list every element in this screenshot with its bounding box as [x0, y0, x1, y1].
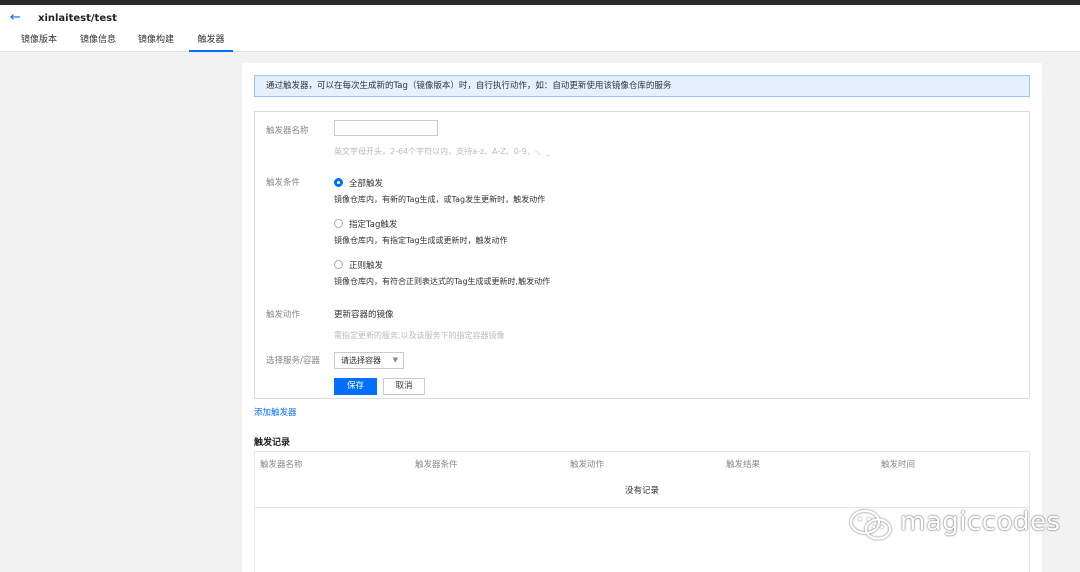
- trigger-panel: 通过触发器，可以在每次生成新的Tag（镜像版本）时，自行执行动作，如：自动更新使…: [242, 63, 1042, 572]
- add-trigger-link[interactable]: 添加触发器: [254, 406, 297, 418]
- radio-unchecked-icon: [334, 219, 343, 228]
- cancel-button[interactable]: 取消: [383, 378, 425, 395]
- service-container-label: 选择服务/容器: [266, 356, 320, 366]
- radio-all-trigger-label: 全部触发: [349, 179, 384, 189]
- column-header: 触发器名称: [260, 460, 303, 470]
- tab-image-build[interactable]: 镜像构建: [131, 33, 181, 50]
- column-header: 触发结果: [726, 460, 761, 470]
- page-header: ← xinlaitest/test 镜像版本 镜像信息 镜像构建 触发器: [0, 5, 1080, 52]
- tab-image-versions[interactable]: 镜像版本: [14, 33, 64, 50]
- trigger-condition-label: 触发条件: [266, 178, 301, 188]
- trigger-name-hint: 英文字母开头，2-64个字符以内，支持a-z、A-Z、0-9、-、_: [334, 147, 550, 156]
- trigger-name-label: 触发器名称: [266, 126, 309, 136]
- page-title: xinlaitest/test: [38, 13, 117, 24]
- trigger-form: 触发器名称 英文字母开头，2-64个字符以内，支持a-z、A-Z、0-9、-、_…: [254, 111, 1030, 399]
- column-header: 触发动作: [570, 460, 605, 470]
- trigger-action-label: 触发动作: [266, 310, 301, 320]
- container-select[interactable]: 请选择容器 ▼: [334, 352, 404, 369]
- tab-image-info[interactable]: 镜像信息: [73, 33, 123, 50]
- radio-checked-icon: [334, 178, 343, 187]
- info-banner: 通过触发器，可以在每次生成新的Tag（镜像版本）时，自行执行动作，如：自动更新使…: [254, 75, 1030, 97]
- radio-all-trigger-desc: 镜像仓库内，有新的Tag生成，或Tag发生更新时，触发动作: [334, 195, 546, 204]
- empty-records-text: 没有记录: [624, 486, 659, 496]
- save-button[interactable]: 保存: [334, 378, 377, 395]
- container-select-value: 请选择容器: [341, 356, 381, 365]
- radio-unchecked-icon: [334, 260, 343, 269]
- wechat-icon: [849, 509, 892, 540]
- back-arrow-icon[interactable]: ←: [10, 11, 21, 25]
- trigger-name-input[interactable]: [334, 120, 438, 136]
- radio-regex-trigger-desc: 镜像仓库内，有符合正则表达式的Tag生成或更新时,触发动作: [334, 277, 551, 286]
- watermark: magiccodes: [848, 505, 1061, 543]
- caret-down-icon: ▼: [392, 356, 398, 364]
- radio-regex-trigger-label: 正则触发: [349, 261, 384, 271]
- watermark-text: magiccodes: [900, 507, 1061, 537]
- tab-triggers[interactable]: 触发器: [189, 33, 233, 52]
- trigger-action-value: 更新容器的镜像: [334, 310, 394, 320]
- column-header: 触发器条件: [415, 460, 458, 470]
- trigger-records-title: 触发记录: [254, 438, 291, 448]
- trigger-action-hint: 需指定更新的服务,以及该服务下的指定容器镜像: [334, 331, 505, 340]
- column-header: 触发时间: [881, 460, 916, 470]
- radio-tag-trigger-desc: 镜像仓库内，有指定Tag生成或更新时，触发动作: [334, 236, 508, 245]
- radio-tag-trigger-label: 指定Tag触发: [349, 220, 398, 230]
